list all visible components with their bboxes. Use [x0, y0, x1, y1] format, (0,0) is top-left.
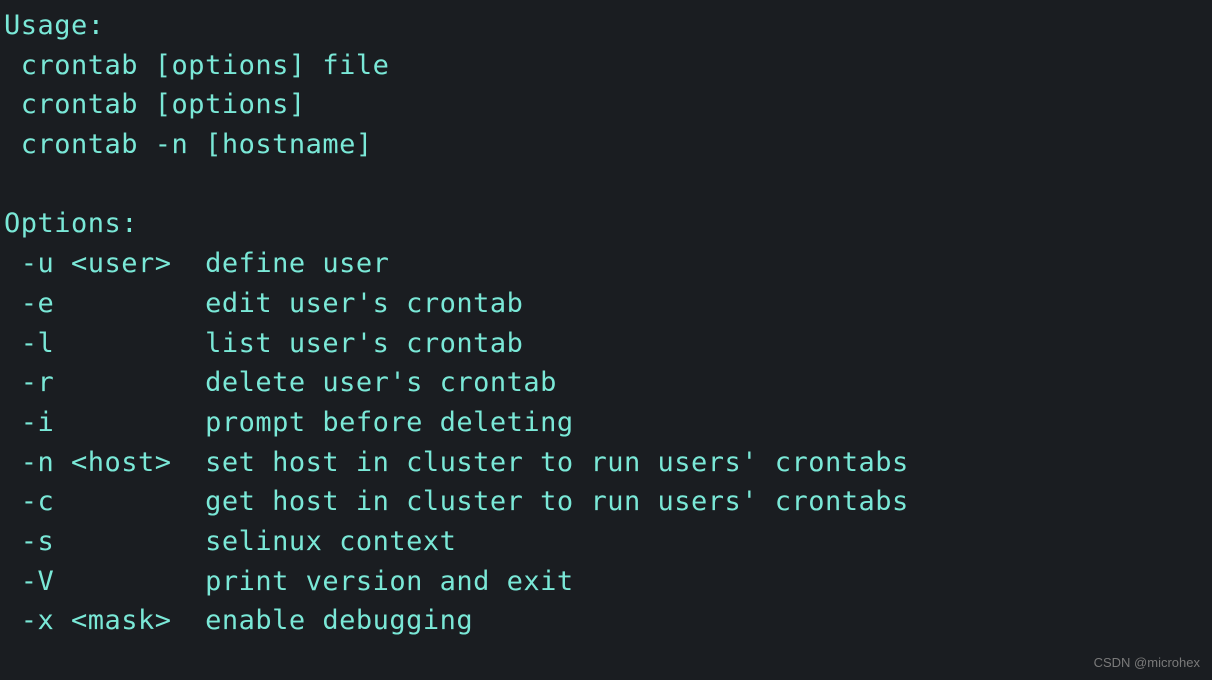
option-line: -V print version and exit: [4, 566, 574, 597]
option-line: -r delete user's crontab: [4, 367, 557, 398]
watermark: CSDN @microhex: [1094, 653, 1200, 672]
usage-line: crontab -n [hostname]: [4, 129, 373, 160]
option-line: -s selinux context: [4, 526, 456, 557]
terminal-output: Usage: crontab [options] file crontab [o…: [4, 6, 1208, 641]
option-line: -e edit user's crontab: [4, 288, 523, 319]
option-line: -n <host> set host in cluster to run use…: [4, 447, 909, 478]
options-header: Options:: [4, 208, 138, 239]
option-line: -x <mask> enable debugging: [4, 605, 473, 636]
option-line: -c get host in cluster to run users' cro…: [4, 486, 909, 517]
usage-line: crontab [options]: [4, 89, 306, 120]
option-line: -l list user's crontab: [4, 328, 523, 359]
option-line: -i prompt before deleting: [4, 407, 574, 438]
usage-line: crontab [options] file: [4, 50, 389, 81]
usage-header: Usage:: [4, 10, 105, 41]
option-line: -u <user> define user: [4, 248, 389, 279]
